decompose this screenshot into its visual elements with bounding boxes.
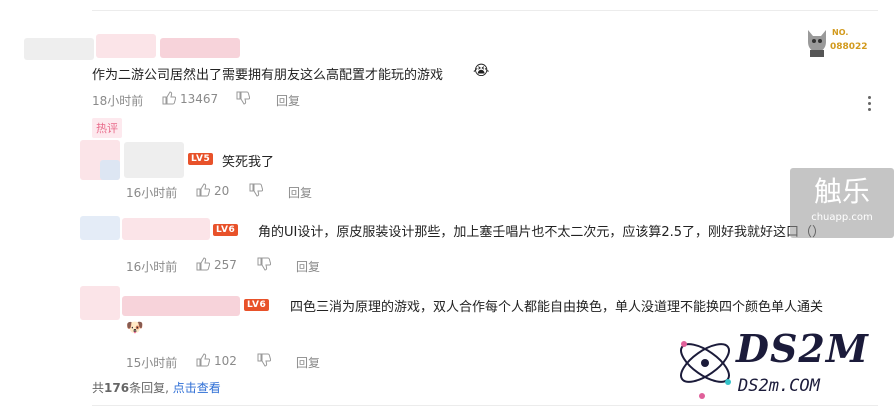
thumbs-down-icon xyxy=(236,91,250,105)
chuapp-watermark: 触乐 chuapp.com xyxy=(790,168,894,238)
username-blurred[interactable] xyxy=(122,218,210,240)
badge-number: 088022 xyxy=(830,42,868,52)
comment-text: 作为二游公司居然出了需要拥有朋友这么高配置才能玩的游戏 xyxy=(92,68,444,83)
reply-time: 16小时前 xyxy=(126,186,178,200)
cat-mascot-icon xyxy=(808,30,826,57)
reply-time: 15小时前 xyxy=(126,356,178,370)
reply-summary: 共176条回复, 点击查看 xyxy=(92,379,221,396)
reply-summary-prefix: 共 xyxy=(92,381,105,395)
username-blurred[interactable] xyxy=(122,296,240,316)
dislike-button[interactable] xyxy=(257,257,275,272)
badge-label: NO. xyxy=(832,28,849,37)
avatar-part xyxy=(100,160,120,180)
reply-text: 角的UI设计，原皮服装设计那些，加上塞壬唱片也不太二次元，应该算2.5了，刚好我… xyxy=(258,225,826,240)
reply-text: 四色三消为原理的游戏，双人合作每个人都能自由换色，单人没道理不能换四个颜色单人通… xyxy=(290,300,824,315)
reply-button[interactable]: 回复 xyxy=(276,92,300,109)
like-button[interactable]: 257 xyxy=(196,257,237,272)
reply-count: 176 xyxy=(104,381,130,395)
view-replies-link[interactable]: 点击查看 xyxy=(173,381,221,395)
dislike-button[interactable] xyxy=(249,183,267,198)
like-count: 257 xyxy=(214,258,237,272)
dislike-button[interactable] xyxy=(236,91,254,106)
like-button[interactable]: 102 xyxy=(196,353,237,368)
thumbs-down-icon xyxy=(249,183,263,197)
user-badge: NO. 088022 xyxy=(804,24,874,64)
ds2m-watermark: DS2M DS2m.COM xyxy=(672,318,892,408)
top-divider xyxy=(92,10,878,11)
reply-button[interactable]: 回复 xyxy=(296,354,320,371)
like-button[interactable]: 20 xyxy=(196,183,229,198)
ds2m-logo-text: DS2M xyxy=(736,326,869,371)
level-badge: LV6 xyxy=(213,224,239,236)
username-blurred[interactable] xyxy=(96,34,156,58)
like-count: 20 xyxy=(214,184,230,198)
like-count: 102 xyxy=(214,354,237,368)
avatar[interactable] xyxy=(80,286,120,320)
avatar[interactable] xyxy=(24,38,94,60)
crying-emoji-icon: 😭 xyxy=(473,63,490,79)
username-blurred-2 xyxy=(160,38,240,58)
dog-emoji-icon: 🐶 xyxy=(126,320,144,336)
ds2m-url: DS2m.COM xyxy=(738,376,820,396)
chuapp-url: chuapp.com xyxy=(811,212,873,223)
level-badge: LV6 xyxy=(244,299,270,311)
thumbs-down-icon xyxy=(257,257,271,271)
chuapp-logo-text: 触乐 xyxy=(813,175,870,208)
more-options-icon[interactable] xyxy=(868,96,872,114)
like-button[interactable]: 13467 xyxy=(162,91,218,106)
dislike-button[interactable] xyxy=(257,353,275,368)
avatar[interactable] xyxy=(80,216,120,240)
thumbs-down-icon xyxy=(257,353,271,367)
username-blurred[interactable] xyxy=(124,142,184,178)
reply-summary-suffix: 条回复, xyxy=(129,381,169,395)
level-badge: LV5 xyxy=(188,153,214,165)
thumbs-up-icon xyxy=(196,183,210,197)
like-count: 13467 xyxy=(180,92,219,106)
hot-comment-tag: 热评 xyxy=(92,118,122,138)
thumbs-up-icon xyxy=(196,353,210,367)
reply-text: 笑死我了 xyxy=(222,155,275,170)
comment-time: 18小时前 xyxy=(92,94,144,108)
reply-time: 16小时前 xyxy=(126,260,178,274)
thumbs-up-icon xyxy=(196,257,210,271)
reply-button[interactable]: 回复 xyxy=(288,184,312,201)
reply-button[interactable]: 回复 xyxy=(296,258,320,275)
atom-logo-icon xyxy=(680,341,731,399)
thumbs-up-icon xyxy=(162,91,176,105)
